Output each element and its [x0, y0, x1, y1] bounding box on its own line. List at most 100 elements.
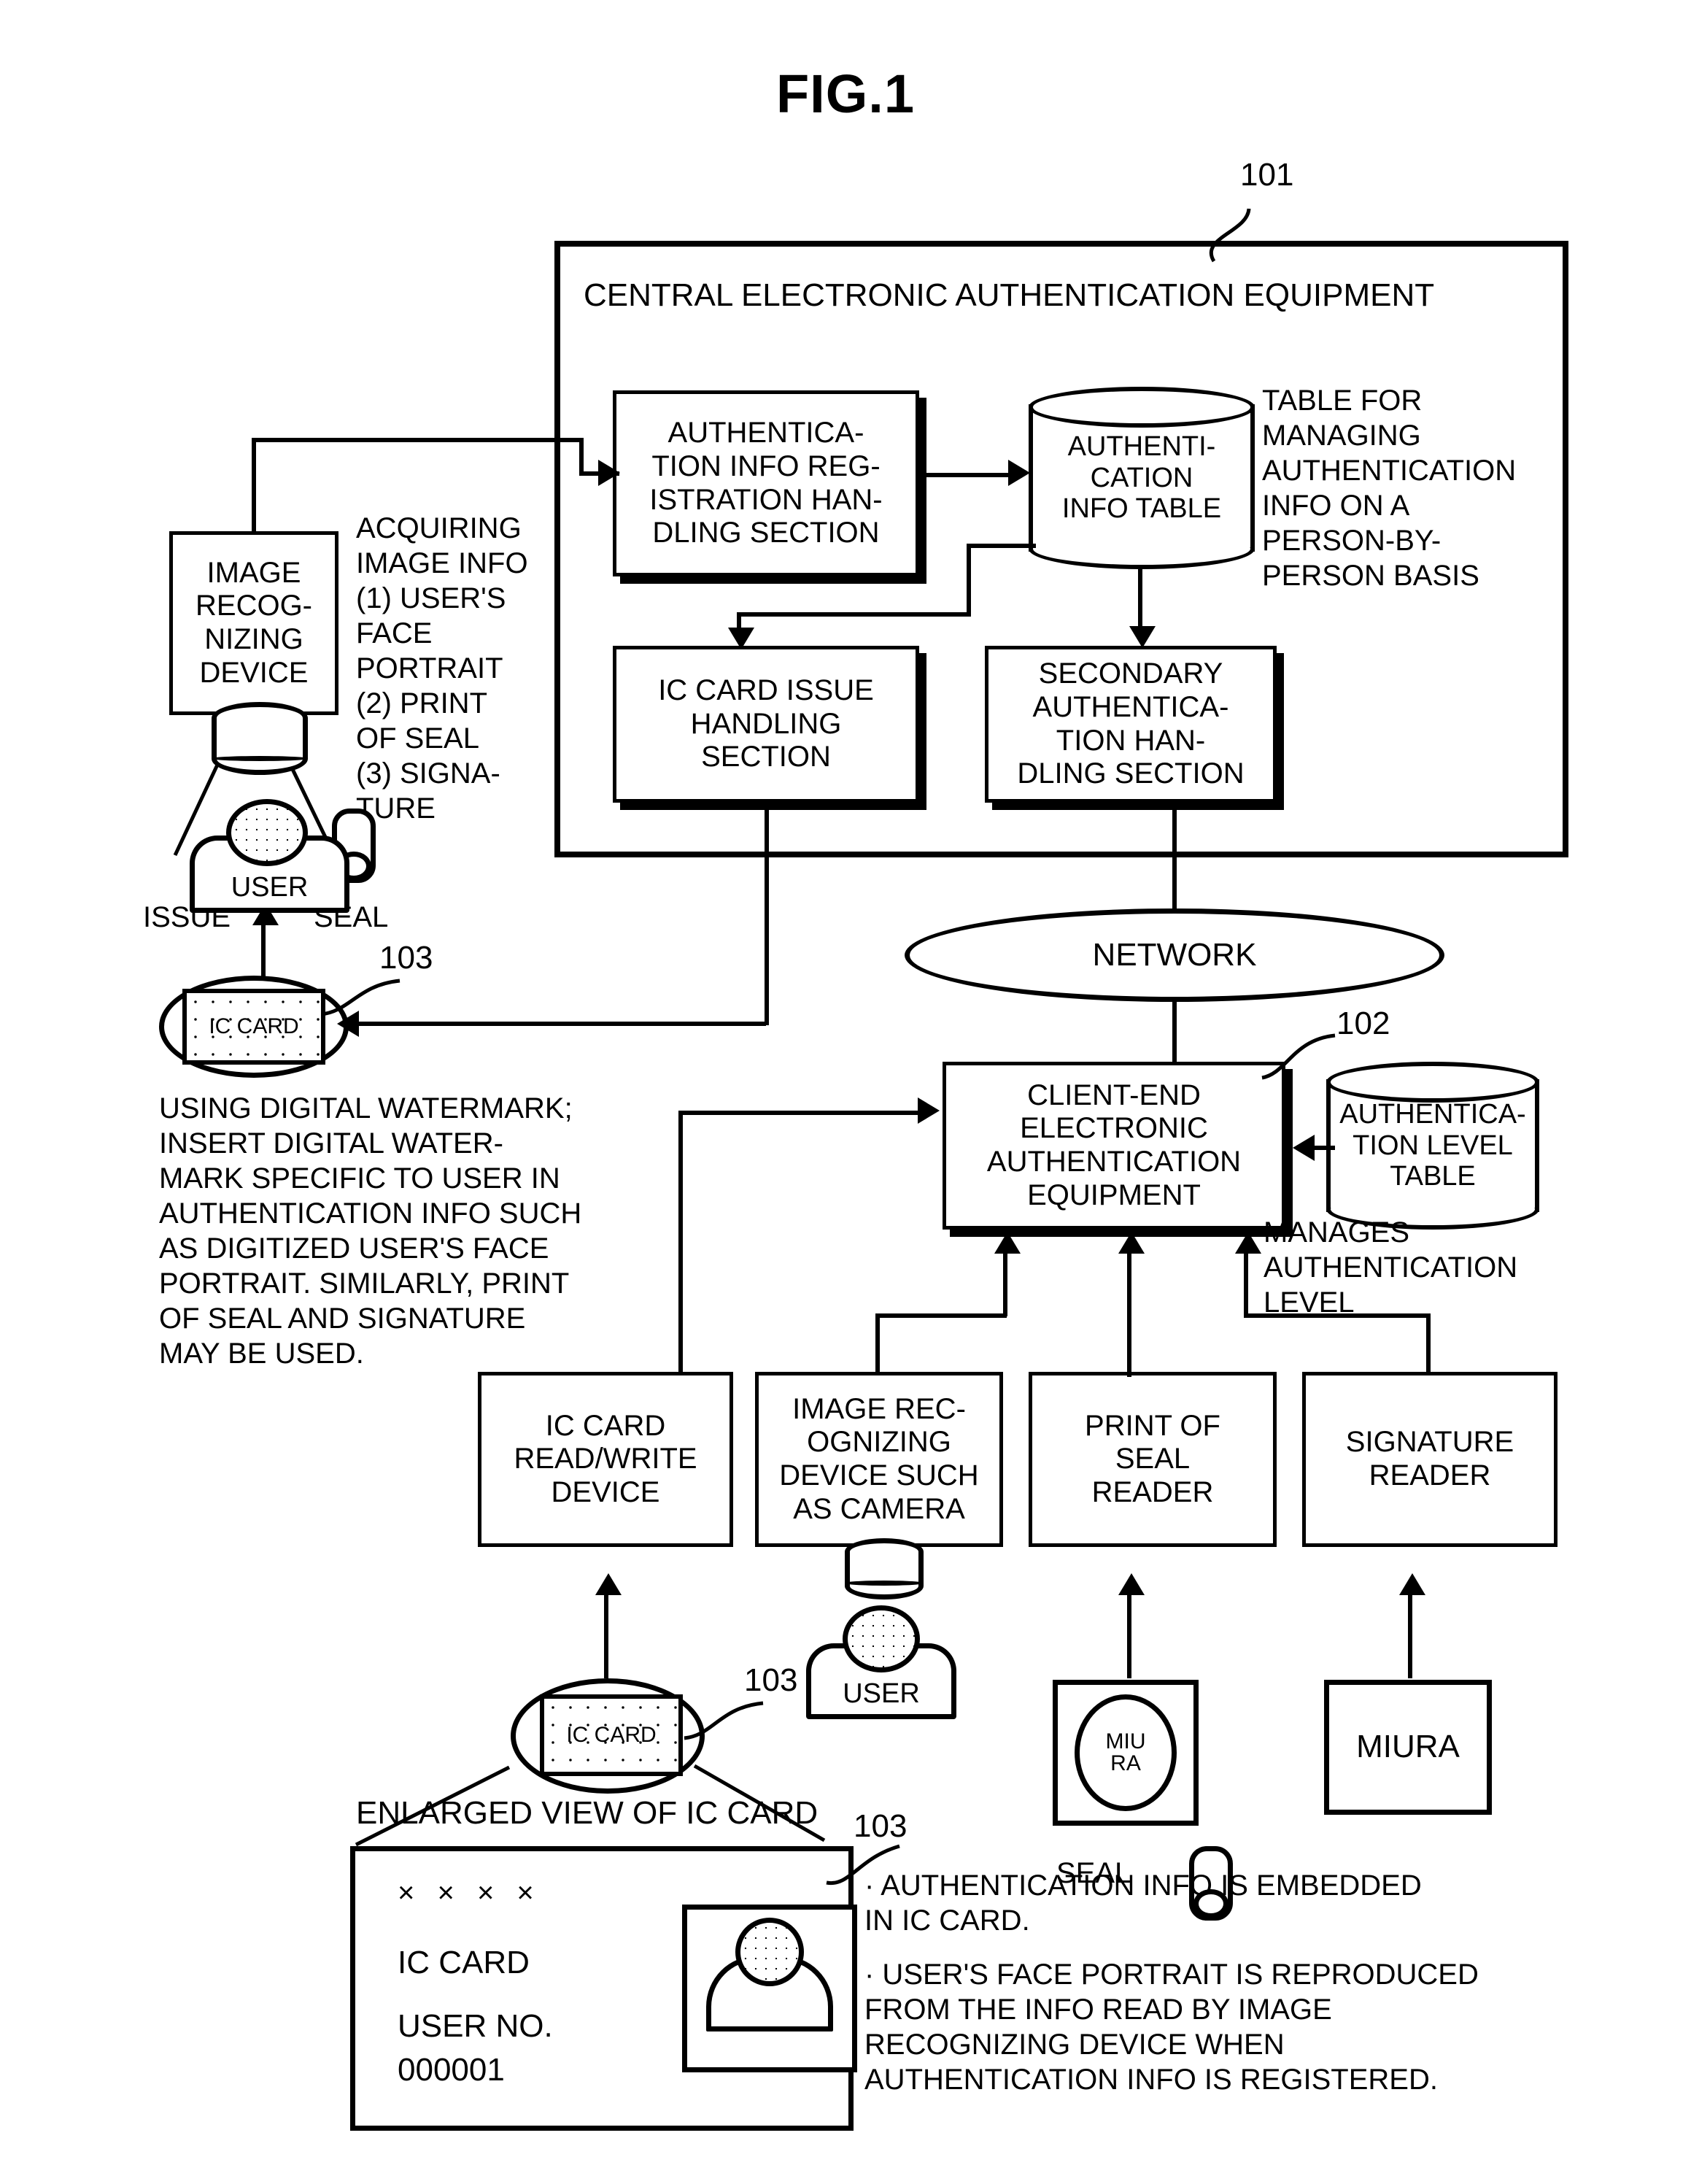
- enlarged-card-head-icon: [735, 1918, 804, 1986]
- arrowhead-card-to-readwrite: [595, 1573, 622, 1595]
- authentication-level-table-cylinder: AUTHENTICA- TION LEVEL TABLE: [1326, 1062, 1539, 1230]
- arrowhead-issue-to-card: [337, 1011, 359, 1037]
- connector-seal-to-reader: [1127, 1591, 1131, 1678]
- connector-signature-to-reader: [1408, 1591, 1412, 1678]
- print-of-seal-reader-label: PRINT OF SEAL READER: [1085, 1409, 1220, 1508]
- ic-card-rect-top: IC CARD: [182, 989, 325, 1065]
- enlarged-card-user-no-label: USER NO.: [398, 2008, 553, 2044]
- ic-card-label-bottom: IC CARD: [566, 1723, 657, 1748]
- connector-device-right: [252, 438, 584, 442]
- signature-sample-text: MIURA: [1356, 1729, 1460, 1765]
- enlarged-card-mask-line: × × × ×: [398, 1877, 541, 1909]
- figure-canvas: FIG.1 CENTRAL ELECTRONIC AUTHENTICATION …: [0, 0, 1691, 2184]
- reference-number-102: 102: [1336, 1006, 1390, 1041]
- connector-issue-down: [765, 803, 769, 1025]
- image-recognizing-device-box: IMAGE RECOG- NIZING DEVICE: [169, 531, 338, 715]
- client-end-equipment-label: CLIENT-END ELECTRONIC AUTHENTICATION EQU…: [986, 1079, 1242, 1211]
- connector-card-to-readwrite: [604, 1591, 608, 1678]
- arrowhead-reg-to-table: [1008, 460, 1030, 486]
- connector-signature-to-client: [1244, 1249, 1248, 1316]
- connector-table-down: [967, 544, 971, 617]
- connector-card-to-user: [261, 921, 266, 983]
- digital-watermark-note: USING DIGITAL WATERMARK; INSERT DIGITAL …: [159, 1092, 582, 1370]
- arrowhead-signature-to-client: [1235, 1232, 1261, 1254]
- secondary-auth-section-label: SECONDARY AUTHENTICA- TION HAN- DLING SE…: [1017, 657, 1245, 790]
- enlarged-view-caption: ENLARGED VIEW OF IC CARD: [356, 1795, 819, 1831]
- user-figure-top: USER: [182, 799, 350, 913]
- connector-reg-to-table: [921, 473, 1010, 477]
- signature-reader-box: SIGNATURE READER: [1302, 1372, 1558, 1547]
- reference-number-103-bottom: 103: [744, 1662, 798, 1698]
- connector-signature-left: [1244, 1313, 1431, 1318]
- connector-camera-up: [875, 1313, 880, 1375]
- secondary-authentication-handling-section: SECONDARY AUTHENTICA- TION HAN- DLING SE…: [985, 646, 1277, 803]
- connector-seal-reader-to-client: [1127, 1249, 1131, 1377]
- connector-device-up: [252, 438, 256, 533]
- camera-lens-icon-bottom: [845, 1538, 924, 1600]
- authentication-info-registration-handling-section: AUTHENTICA- TION INFO REG- ISTRATION HAN…: [613, 390, 919, 576]
- connector-network-to-client: [1172, 1000, 1177, 1065]
- connector-secondary-to-network: [1172, 803, 1177, 911]
- image-recognizing-device-camera-label: IMAGE REC- OGNIZING DEVICE SUCH AS CAMER…: [779, 1392, 979, 1525]
- enlarged-card-face-figure: [700, 1918, 846, 2064]
- print-of-seal-reader-box: PRINT OF SEAL READER: [1029, 1372, 1277, 1547]
- ic-card-read-write-device-box: IC CARD READ/WRITE DEVICE: [478, 1372, 733, 1547]
- reference-number-103-enlarged: 103: [854, 1808, 908, 1844]
- arrowhead-level-to-client: [1293, 1135, 1315, 1161]
- user-label-bottom: USER: [843, 1678, 920, 1709]
- arrowhead-table-to-issue: [728, 628, 754, 649]
- figure-title: FIG.1: [775, 63, 916, 124]
- arrowhead-readwrite-to-client: [918, 1097, 940, 1124]
- ic-card-issue-section-label: IC CARD ISSUE HANDLING SECTION: [658, 674, 874, 773]
- network-label: NETWORK: [1092, 937, 1257, 973]
- note-bullet-2: · USER'S FACE PORTRAIT IS REPRODUCED FRO…: [864, 1959, 1479, 2096]
- connector-camera-to-client: [1003, 1249, 1007, 1316]
- manages-authentication-level-note: MANAGES AUTHENTICATION LEVEL: [1264, 1216, 1518, 1319]
- connector-readwrite-stub: [678, 1354, 683, 1375]
- network-ellipse: NETWORK: [905, 908, 1444, 1002]
- central-equipment-title: CENTRAL ELECTRONIC AUTHENTICATION EQUIPM…: [584, 277, 1435, 313]
- arrowhead-seal-to-reader: [1118, 1573, 1145, 1595]
- user-head-icon-bottom: [843, 1605, 920, 1672]
- arrowhead-device-to-registration: [598, 460, 620, 486]
- ic-card-label-top: IC CARD: [209, 1014, 299, 1039]
- ic-card-read-write-device-label: IC CARD READ/WRITE DEVICE: [514, 1409, 697, 1508]
- arrowhead-seal-reader-to-client: [1118, 1232, 1145, 1254]
- image-recognizing-device-camera-box: IMAGE REC- OGNIZING DEVICE SUCH AS CAMER…: [755, 1372, 1003, 1547]
- ic-card-issue-handling-section: IC CARD ISSUE HANDLING SECTION: [613, 646, 919, 803]
- authentication-info-table-cylinder: AUTHENTI- CATION INFO TABLE: [1029, 387, 1255, 569]
- client-end-electronic-authentication-equipment: CLIENT-END ELECTRONIC AUTHENTICATION EQU…: [943, 1062, 1285, 1230]
- connector-issue-to-card: [357, 1022, 766, 1026]
- camera-lens-icon: [212, 702, 308, 775]
- seal-stamp-circle: MIU RA: [1075, 1694, 1177, 1811]
- authentication-info-table-label: AUTHENTI- CATION INFO TABLE: [1061, 431, 1222, 525]
- connector-table-left-stub: [967, 544, 1036, 548]
- user-figure-bottom: USER: [797, 1605, 961, 1719]
- authentication-level-table-label: AUTHENTICA- TION LEVEL TABLE: [1339, 1099, 1526, 1192]
- connector-into-central-v: [579, 438, 584, 473]
- signature-reader-label: SIGNATURE READER: [1345, 1426, 1514, 1492]
- enlarged-card-user-no-value: 000001: [398, 2052, 505, 2088]
- seal-stamp-text: MIU RA: [1105, 1729, 1146, 1775]
- ic-card-rect-bottom: IC CARD: [540, 1694, 683, 1776]
- image-recognizing-device-label: IMAGE RECOG- NIZING DEVICE: [196, 556, 312, 689]
- acquiring-image-info-note: ACQUIRING IMAGE INFO (1) USER'S FACE POR…: [356, 512, 528, 825]
- arrowhead-signature-to-reader: [1399, 1573, 1425, 1595]
- user-label-top: USER: [231, 872, 309, 903]
- arrowhead-table-to-secondary: [1129, 626, 1156, 648]
- enlarged-card-label: IC CARD: [398, 1945, 530, 1980]
- arrowhead-camera-to-client: [994, 1232, 1021, 1254]
- reference-number-101: 101: [1240, 157, 1294, 193]
- user-head-icon: [226, 799, 308, 866]
- connector-table-to-secondary: [1138, 569, 1142, 631]
- authentication-info-table-note: TABLE FOR MANAGING AUTHENTICATION INFO O…: [1262, 385, 1517, 592]
- registration-section-label: AUTHENTICA- TION INFO REG- ISTRATION HAN…: [649, 417, 883, 549]
- connector-table-to-issue-h: [737, 612, 970, 617]
- connector-readwrite-to-client-v: [678, 1111, 683, 1373]
- connector-signature-up: [1426, 1313, 1431, 1375]
- connector-camera-right: [875, 1313, 1007, 1318]
- connector-readwrite-to-client-h: [678, 1111, 926, 1115]
- signature-sample-box: MIURA: [1324, 1680, 1492, 1815]
- reference-number-103-top: 103: [379, 940, 433, 976]
- note-bullet-1: · AUTHENTICATION INFO IS EMBEDDED IN IC …: [864, 1869, 1422, 1937]
